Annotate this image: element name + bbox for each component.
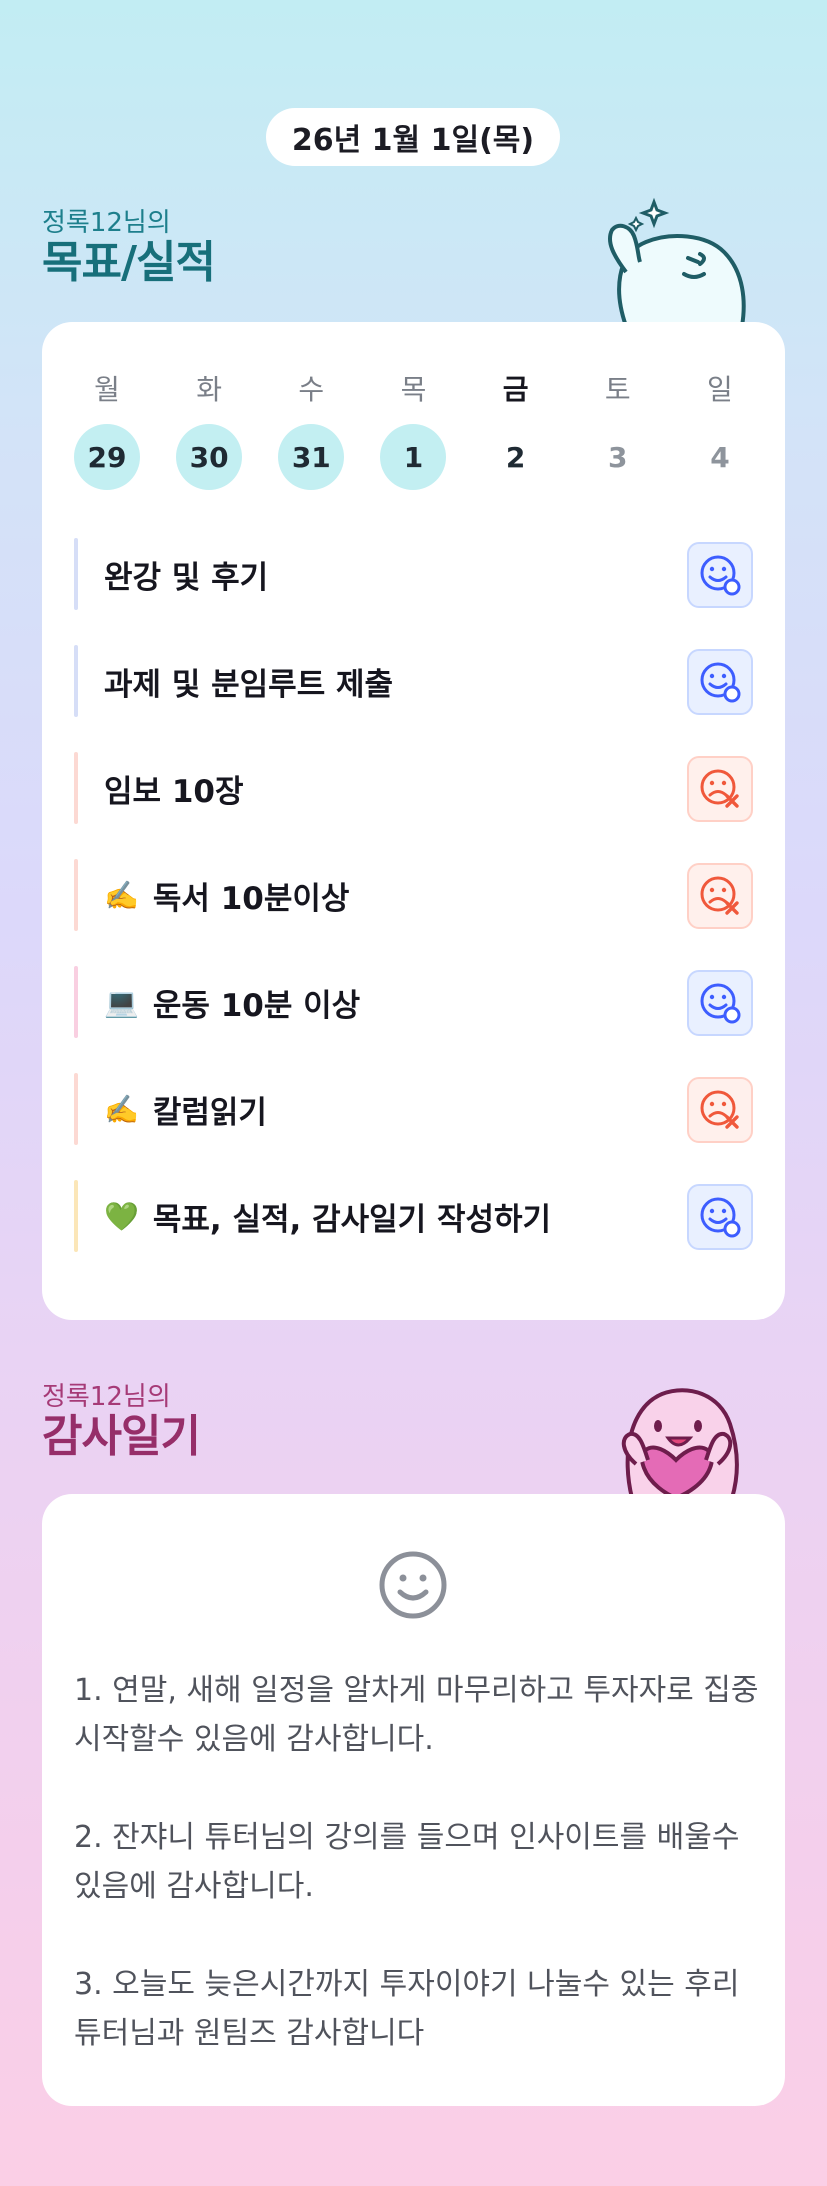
task-color-bar (74, 966, 78, 1038)
calendar-day[interactable]: 토3 (585, 370, 651, 490)
task-color-bar (74, 1180, 78, 1252)
task-label: ✍️ 독서 10분이상 (104, 873, 349, 918)
calendar-day-name: 일 (707, 373, 733, 406)
task-emoji-icon: ✍️ (104, 878, 139, 912)
calendar-day-name: 금 (502, 373, 529, 406)
gratitude-section-title: 감사일기 (42, 1411, 201, 1462)
task-label: 임보 10장 (104, 766, 244, 811)
calendar-day[interactable]: 수 31 (278, 370, 345, 490)
calendar-day-number: 3 (608, 440, 628, 474)
task-label: 완강 및 후기 (104, 552, 268, 597)
task-emoji-icon: ✍️ (104, 1092, 139, 1126)
calendar-day-number: 29 (74, 424, 140, 490)
smiley-face-icon (379, 1551, 447, 1619)
gratitude-section-subtitle: 정록12님의 (42, 1382, 171, 1412)
calendar-day[interactable]: 화 30 (176, 370, 243, 490)
calendar-day[interactable]: 목1 (380, 370, 447, 490)
gratitude-section-header: 정록12님의 감사일기 (42, 1382, 201, 1462)
calendar-day[interactable]: 월 29 (74, 370, 140, 490)
task-item[interactable]: 완강 및 후기 (74, 538, 753, 610)
task-label-text: 운동 10분 이상 (152, 987, 361, 1024)
task-label: ✍️ 칼럼읽기 (104, 1087, 267, 1132)
calendar-day-number: 4 (710, 440, 730, 474)
week-calendar: 월 29 화 30 수 31 목 1 금 2 토 3 일 4 (74, 370, 753, 490)
task-item[interactable]: 임보 10장 (74, 752, 753, 824)
calendar-day-name: 토 (604, 373, 631, 406)
task-color-bar (74, 752, 78, 824)
goal-section-title: 목표/실적 (42, 237, 216, 288)
task-label-text: 칼럼읽기 (152, 1094, 267, 1131)
gratitude-card: 1. 연말, 새해 일정을 알차게 마무리하고 투자자로 집중 시작할수 있음에… (42, 1494, 785, 2106)
task-emoji-icon: 💚 (104, 1199, 139, 1233)
task-label-text: 완강 및 후기 (104, 559, 269, 596)
date-label[interactable]: 26년 1월 1일(목) (266, 108, 560, 166)
calendar-day-number: 2 (505, 440, 526, 474)
calendar-day-number: 31 (278, 424, 345, 490)
happy-face-check-icon[interactable] (687, 649, 753, 715)
task-color-bar (74, 1073, 78, 1145)
task-item[interactable]: 과제 및 분임루트 제출 (74, 645, 753, 717)
task-label-text: 과제 및 분임루트 제출 (104, 666, 394, 703)
calendar-day-number: 1 (380, 424, 447, 490)
task-label: 과제 및 분임루트 제출 (104, 659, 393, 704)
gratitude-entry: 1. 연말, 새해 일정을 알차게 마무리하고 투자자로 집중 시작할수 있음에… (74, 1673, 759, 1757)
goal-card: 월 29 화 30 수 31 목 1 금 2 토 3 일 4 완강 및 후기 과제 및 분임루트 제출 임보 … (42, 322, 785, 1320)
task-item[interactable]: 💚 목표, 실적, 감사일기 작성하기 (74, 1180, 753, 1252)
task-list: 완강 및 후기과제 및 분임루트 제출임보 10장 ✍️ 독서 10분이상 💻 운동 1… (74, 538, 753, 1287)
task-label: 💻 운동 10분 이상 (104, 980, 360, 1025)
calendar-day-name: 목 (400, 373, 427, 406)
happy-face-check-icon[interactable] (687, 970, 753, 1036)
calendar-day-name: 화 (196, 373, 223, 406)
goal-section-header: 정록12님의 목표/실적 (42, 208, 216, 288)
calendar-day[interactable]: 금2 (483, 370, 549, 490)
gratitude-entries: 1. 연말, 새해 일정을 알차게 마무리하고 투자자로 집중 시작할수 있음에… (74, 1666, 764, 2058)
goal-section-subtitle: 정록12님의 (42, 208, 171, 238)
gratitude-entry: 3. 오늘도 늦은시간까지 투자이야기 나눌수 있는 후리튜터님과 원팀즈 감사… (74, 1967, 740, 2051)
calendar-day-number: 30 (176, 424, 243, 490)
calendar-day[interactable]: 일4 (687, 370, 753, 490)
task-label-text: 독서 10분이상 (152, 880, 350, 917)
task-color-bar (74, 645, 78, 717)
mascot-heart-icon (621, 1388, 739, 1498)
sad-face-x-icon[interactable] (687, 756, 753, 822)
task-label-text: 임보 10장 (104, 773, 244, 810)
task-item[interactable]: ✍️ 칼럼읽기 (74, 1073, 753, 1145)
task-color-bar (74, 538, 78, 610)
mascot-cheering-icon (607, 197, 746, 326)
happy-face-check-icon[interactable] (687, 542, 753, 608)
task-emoji-icon: 💻 (104, 985, 139, 1019)
gratitude-entry: 2. 잔쟈니 튜터님의 강의를 들으며 인사이트를 배울수 있음에 감사합니다. (74, 1820, 740, 1904)
task-color-bar (74, 859, 78, 931)
task-item[interactable]: ✍️ 독서 10분이상 (74, 859, 753, 931)
happy-face-check-icon[interactable] (687, 1184, 753, 1250)
task-label-text: 목표, 실적, 감사일기 작성하기 (152, 1201, 552, 1238)
calendar-day-name: 수 (298, 373, 325, 406)
calendar-day-name: 월 (94, 373, 120, 406)
task-item[interactable]: 💻 운동 10분 이상 (74, 966, 753, 1038)
sad-face-x-icon[interactable] (687, 1077, 753, 1143)
task-label: 💚 목표, 실적, 감사일기 작성하기 (104, 1194, 551, 1239)
sad-face-x-icon[interactable] (687, 863, 753, 929)
